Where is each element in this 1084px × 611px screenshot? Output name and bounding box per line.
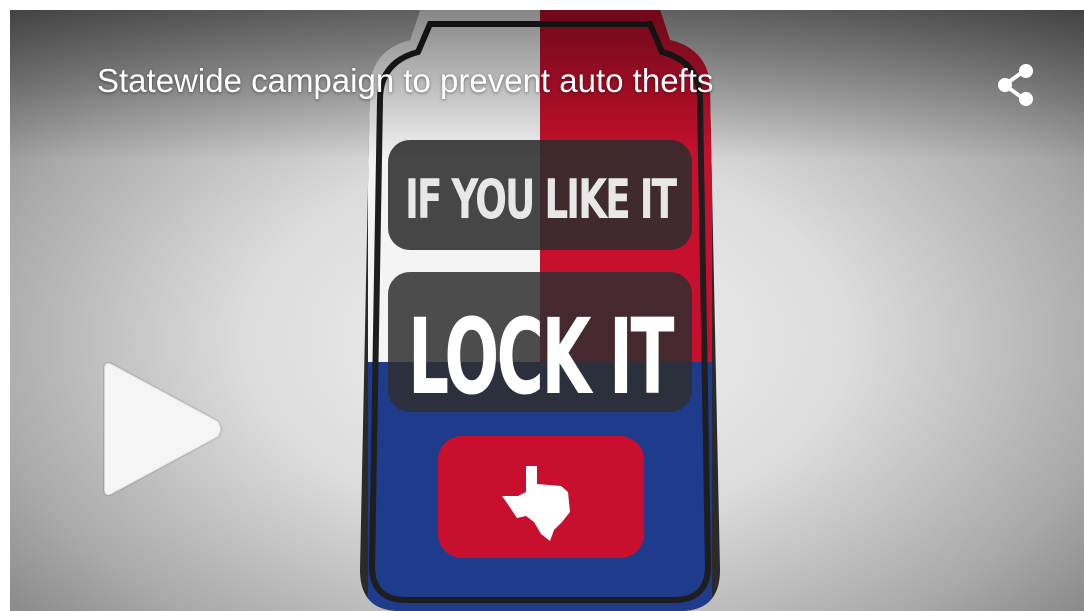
share-icon [998, 64, 1033, 106]
share-button[interactable] [992, 60, 1042, 110]
video-title: Statewide campaign to prevent auto theft… [97, 62, 714, 99]
play-icon [103, 361, 222, 497]
artwork-line1: IF YOU LIKE IT [405, 168, 677, 231]
artwork-line2: LOCK IT [408, 296, 675, 418]
play-button[interactable] [94, 357, 226, 501]
video-player[interactable]: IF YOU LIKE IT LOCK IT Statewide campaig… [10, 10, 1084, 611]
